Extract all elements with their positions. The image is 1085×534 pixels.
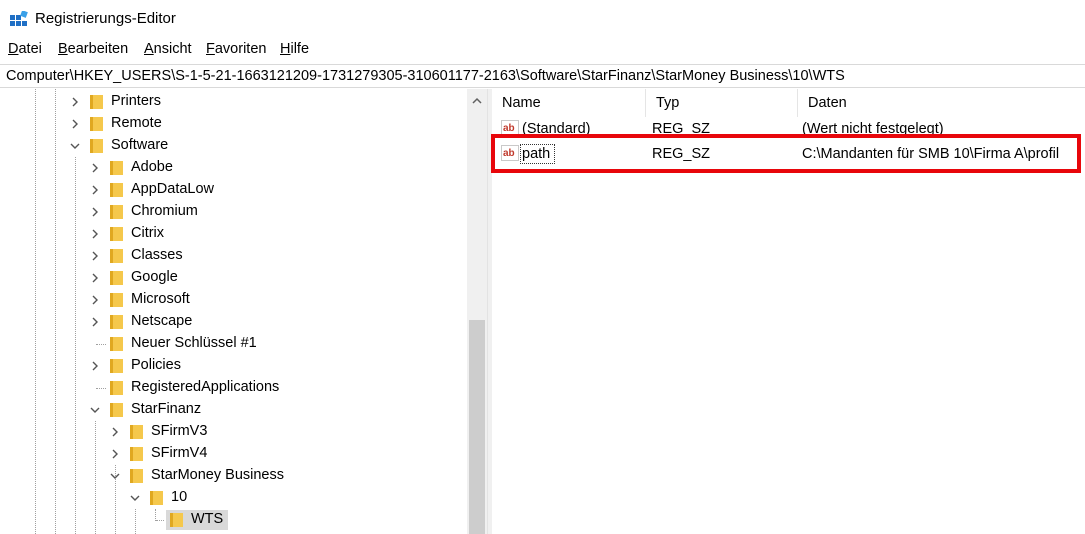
chevron-down-icon[interactable] xyxy=(69,140,81,152)
tree-node-google[interactable]: Google xyxy=(0,267,467,289)
tree-node-label: RegisteredApplications xyxy=(131,379,280,395)
chevron-down-icon[interactable] xyxy=(129,492,141,504)
chevron-down-icon[interactable] xyxy=(89,404,101,416)
chevron-right-icon[interactable] xyxy=(69,96,81,108)
tree-node-netscape[interactable]: Netscape xyxy=(0,311,467,333)
menu-favoriten[interactable]: Favoriten xyxy=(206,41,266,57)
tree-node-label: SFirmV3 xyxy=(151,423,208,439)
column-header-type[interactable]: Typ xyxy=(646,89,798,117)
tree-scrollbar[interactable] xyxy=(467,89,487,534)
tree-node-label: Classes xyxy=(131,247,183,263)
tree-node-label: Chromium xyxy=(131,203,198,219)
registry-editor-icon xyxy=(10,11,28,26)
tree-node-citrix[interactable]: Citrix xyxy=(0,223,467,245)
menu-datei[interactable]: Datei xyxy=(8,41,42,57)
folder-icon xyxy=(130,447,143,461)
address-bar[interactable]: Computer\HKEY_USERS\S-1-5-21-1663121209-… xyxy=(0,64,1085,88)
chevron-right-icon[interactable] xyxy=(89,294,101,306)
menu-bearbeiten[interactable]: Bearbeiten xyxy=(58,41,128,57)
tree-node-label: Remote xyxy=(111,115,162,131)
chevron-right-icon[interactable] xyxy=(89,206,101,218)
folder-icon xyxy=(110,249,123,263)
tree-node-label: 10 xyxy=(171,489,188,505)
tree-node-chromium[interactable]: Chromium xyxy=(0,201,467,223)
tree-node-printers[interactable]: Printers xyxy=(0,91,467,113)
folder-icon xyxy=(110,403,123,417)
folder-icon xyxy=(110,205,123,219)
highlight-annotation-box xyxy=(491,134,1081,173)
folder-icon xyxy=(110,271,123,285)
folder-icon xyxy=(110,381,123,395)
chevron-down-icon[interactable] xyxy=(109,470,121,482)
tree-node-sfirmv4[interactable]: SFirmV4 xyxy=(0,443,467,465)
menu-ansicht[interactable]: Ansicht xyxy=(144,41,192,57)
tree-node-label: Software xyxy=(111,137,169,153)
chevron-right-icon[interactable] xyxy=(89,184,101,196)
folder-icon xyxy=(90,117,103,131)
tree-node-microsoft[interactable]: Microsoft xyxy=(0,289,467,311)
folder-icon xyxy=(90,139,103,153)
tree-node-label: StarFinanz xyxy=(131,401,202,417)
tree-node-classes[interactable]: Classes xyxy=(0,245,467,267)
title-bar: Registrierungs-Editor xyxy=(0,0,1085,38)
tree-node-label: Google xyxy=(131,269,178,285)
chevron-right-icon[interactable] xyxy=(89,228,101,240)
folder-icon xyxy=(110,293,123,307)
key-tree[interactable]: Printers Remote Software Adobe AppDataLow Chr… xyxy=(0,89,487,534)
tree-node-policies[interactable]: Policies xyxy=(0,355,467,377)
chevron-right-icon[interactable] xyxy=(89,250,101,262)
tree-node-label: Citrix xyxy=(131,225,165,241)
folder-icon xyxy=(90,95,103,109)
folder-icon xyxy=(110,315,123,329)
tree-node-software[interactable]: Software xyxy=(0,135,467,157)
folder-icon xyxy=(170,513,183,527)
folder-icon xyxy=(110,183,123,197)
tree-node-starmoney-business[interactable]: StarMoney Business xyxy=(0,465,467,487)
tree-node-label: Adobe xyxy=(131,159,173,175)
folder-icon xyxy=(110,161,123,175)
menu-bar: Datei Bearbeiten Ansicht Favoriten Hilfe xyxy=(0,38,1085,62)
tree-node-label: StarMoney Business xyxy=(151,467,284,483)
chevron-right-icon[interactable] xyxy=(109,448,121,460)
tree-node-wts[interactable]: WTS xyxy=(0,509,467,531)
tree-node-label: AppDataLow xyxy=(131,181,215,197)
tree-node-10[interactable]: 10 xyxy=(0,487,467,509)
tree-node-label: WTS xyxy=(191,511,224,527)
tree-node-adobe[interactable]: Adobe xyxy=(0,157,467,179)
tree-node-sfirmv3[interactable]: SFirmV3 xyxy=(0,421,467,443)
tree-node-starfinanz[interactable]: StarFinanz xyxy=(0,399,467,421)
column-header-name[interactable]: Name xyxy=(492,89,646,117)
tree-node-label: Neuer Schlüssel #1 xyxy=(131,335,257,351)
chevron-right-icon[interactable] xyxy=(89,360,101,372)
tree-node-appdatalow[interactable]: AppDataLow xyxy=(0,179,467,201)
chevron-right-icon[interactable] xyxy=(109,426,121,438)
chevron-right-icon[interactable] xyxy=(89,272,101,284)
tree-node-label: Policies xyxy=(131,357,181,373)
folder-icon xyxy=(130,469,143,483)
tree-node-label: Netscape xyxy=(131,313,193,329)
tree-node-remote[interactable]: Remote xyxy=(0,113,467,135)
chevron-right-icon[interactable] xyxy=(89,162,101,174)
scroll-up-arrow-icon[interactable] xyxy=(471,95,483,107)
column-header-data[interactable]: Daten xyxy=(798,89,1085,117)
folder-icon xyxy=(110,337,123,351)
chevron-right-icon[interactable] xyxy=(69,118,81,130)
window-title: Registrierungs-Editor xyxy=(35,10,176,27)
svg-text:ab: ab xyxy=(503,123,515,134)
folder-icon xyxy=(110,227,123,241)
tree-node-registeredapplications[interactable]: RegisteredApplications xyxy=(0,377,467,399)
scrollbar-thumb[interactable] xyxy=(469,320,485,534)
folder-icon xyxy=(150,491,163,505)
folder-icon xyxy=(110,359,123,373)
chevron-right-icon[interactable] xyxy=(89,316,101,328)
tree-node-neuer-schl-ssel-1[interactable]: Neuer Schlüssel #1 xyxy=(0,333,467,355)
folder-icon xyxy=(130,425,143,439)
tree-node-label: Printers xyxy=(111,93,161,109)
tree-node-label: SFirmV4 xyxy=(151,445,208,461)
menu-hilfe[interactable]: Hilfe xyxy=(280,41,309,57)
tree-node-label: Microsoft xyxy=(131,291,190,307)
address-path[interactable]: Computer\HKEY_USERS\S-1-5-21-1663121209-… xyxy=(6,68,845,84)
